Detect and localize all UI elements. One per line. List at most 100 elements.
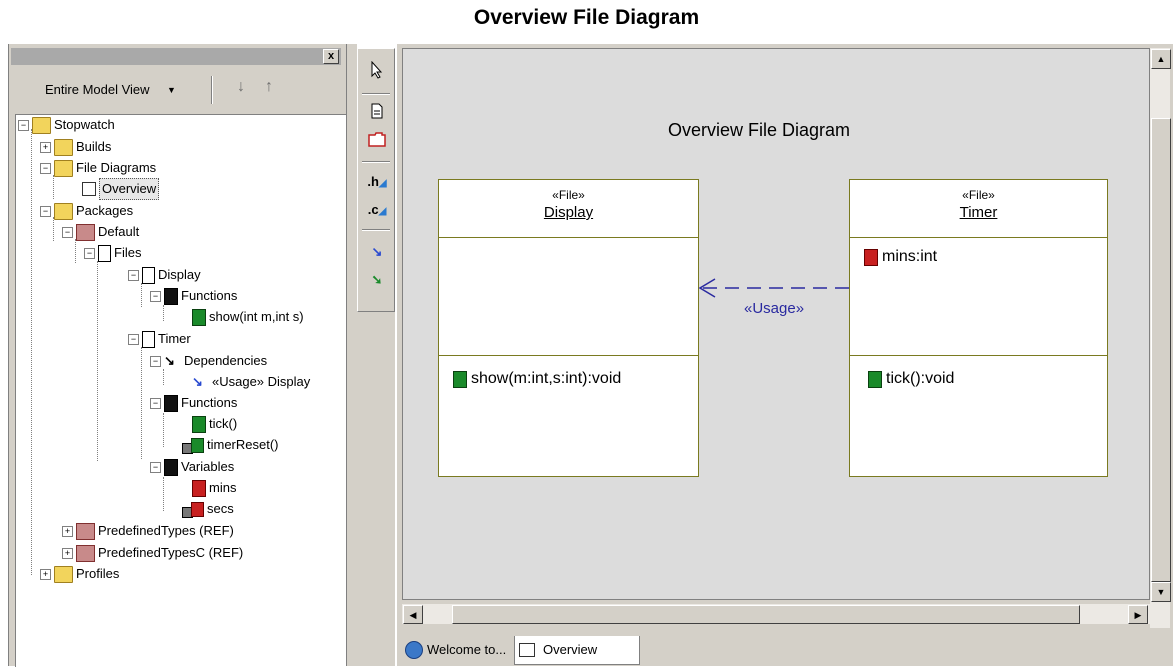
folder-icon	[54, 202, 73, 220]
tree-node-stopwatch[interactable]: − Stopwatch	[18, 115, 115, 135]
flow-tool-icon[interactable]: ➘	[366, 269, 388, 291]
tree-node-label: «Usage» Display	[212, 374, 311, 389]
operation-label: show(m:int,s:int):void	[471, 370, 622, 387]
tree-node-label: Variables	[181, 459, 235, 474]
attribute-row[interactable]: mins:int	[864, 248, 937, 266]
folder-icon	[54, 565, 73, 583]
tree-node-tick[interactable]: tick()	[192, 414, 237, 434]
scroll-up-button[interactable]: ▲	[1151, 49, 1171, 69]
tree-node-default[interactable]: − Default	[62, 222, 139, 242]
tab-overview[interactable]: Overview	[514, 636, 640, 665]
header-file-tool-icon[interactable]: .h◢	[366, 171, 388, 193]
tree-node-predefined-types[interactable]: + PredefinedTypes (REF)	[62, 521, 234, 541]
file-icon	[142, 330, 155, 348]
compartment-divider	[439, 237, 698, 238]
stereotype-label: «File»	[962, 188, 995, 202]
tree-line	[31, 129, 32, 575]
collapse-icon[interactable]: −	[150, 290, 161, 302]
tree-node-profiles[interactable]: + Profiles	[40, 564, 119, 584]
tree-node-timer-reset[interactable]: timerReset()	[182, 435, 279, 455]
collapse-icon[interactable]: −	[150, 461, 161, 473]
collapse-icon[interactable]: −	[150, 397, 161, 409]
collapse-icon[interactable]: −	[18, 119, 29, 131]
collapse-icon[interactable]: −	[62, 226, 73, 238]
tree-node-label: Timer	[158, 331, 191, 346]
tree-line	[75, 239, 76, 263]
operation-row[interactable]: show(m:int,s:int):void	[453, 370, 621, 388]
compartment-divider	[439, 355, 698, 356]
variable-icon	[864, 248, 878, 266]
tree-node-display[interactable]: − Display	[128, 265, 201, 285]
collapse-icon[interactable]: −	[150, 355, 161, 367]
collapse-icon[interactable]: −	[40, 205, 51, 217]
timer-file-box[interactable]: «File» Timer mins:int tick():void	[849, 179, 1108, 477]
operation-label: tick():void	[886, 370, 955, 387]
functions-icon	[164, 287, 178, 305]
tree-node-secs[interactable]: secs	[182, 499, 234, 519]
c-file-tool-label: .c	[367, 202, 379, 217]
tree-node-predefined-types-c[interactable]: + PredefinedTypesC (REF)	[62, 543, 243, 563]
navigate-up-button[interactable]: ↑	[259, 78, 279, 100]
folder-icon	[32, 116, 51, 134]
vertical-scroll-thumb[interactable]	[1151, 118, 1171, 582]
dependency-label: «Usage»	[744, 300, 805, 317]
tree-node-display-functions[interactable]: − Functions	[150, 286, 237, 306]
panel-splitter[interactable]	[346, 44, 357, 666]
tree-line	[97, 261, 98, 461]
tree-line	[53, 175, 54, 199]
tree-node-variables[interactable]: − Variables	[150, 457, 234, 477]
tree-node-timer[interactable]: − Timer	[128, 329, 191, 349]
tree-node-label: Files	[114, 245, 142, 260]
tree-node-label: Packages	[76, 203, 134, 218]
expand-icon[interactable]: +	[62, 525, 73, 537]
tree-node-packages[interactable]: − Packages	[40, 201, 133, 221]
tree-node-files[interactable]: − Files	[84, 243, 141, 263]
tree-node-dependencies[interactable]: − ↘ Dependencies	[150, 351, 267, 371]
tree-node-mins[interactable]: mins	[192, 478, 236, 498]
usage-dependency-arrow[interactable]	[697, 276, 851, 300]
tree-node-label: Builds	[76, 139, 112, 154]
tree-line	[163, 305, 164, 321]
tree-line	[141, 347, 142, 459]
tree-node-label: Profiles	[76, 566, 120, 581]
compartment-divider	[850, 355, 1107, 356]
scroll-down-button[interactable]: ▼	[1151, 582, 1171, 602]
expand-icon[interactable]: +	[40, 568, 51, 580]
scroll-right-button[interactable]: ▶	[1128, 605, 1148, 624]
collapse-icon[interactable]: −	[84, 247, 95, 259]
select-pointer-icon[interactable]	[366, 60, 388, 83]
tree-node-overview[interactable]: Overview	[82, 178, 160, 200]
tree-line	[163, 413, 164, 447]
dependency-tool-icon[interactable]: ↘	[366, 241, 388, 263]
tab-welcome[interactable]: Welcome to...	[401, 636, 513, 664]
tree-node-file-diagrams[interactable]: − File Diagrams	[40, 158, 156, 178]
operation-row[interactable]: tick():void	[868, 370, 954, 388]
toolbar-separator	[362, 229, 390, 231]
display-file-box[interactable]: «File» Display show(m:int,s:int):void	[438, 179, 699, 477]
close-icon[interactable]: x	[323, 49, 339, 64]
folder-icon	[54, 159, 73, 177]
c-file-tool-icon[interactable]: .c◢	[366, 199, 388, 221]
tree-node-builds[interactable]: + Builds	[40, 137, 111, 157]
tree-node-label: Display	[158, 267, 201, 282]
function-icon	[868, 370, 882, 388]
expand-icon[interactable]: +	[40, 141, 51, 153]
view-selector[interactable]: Entire Model View ▼	[15, 74, 211, 106]
folder-tool-icon[interactable]	[366, 131, 388, 153]
tree-node-show[interactable]: show(int m,int s)	[192, 307, 304, 327]
scroll-left-button[interactable]: ◀	[403, 605, 423, 624]
functions-icon	[164, 394, 178, 412]
dependency-icon: ↘	[164, 352, 175, 368]
collapse-icon[interactable]: −	[40, 162, 51, 174]
horizontal-scroll-thumb[interactable]	[452, 605, 1080, 624]
file-icon	[142, 266, 155, 284]
tree-node-usage-display[interactable]: ↘ «Usage» Display	[192, 372, 310, 392]
collapse-icon[interactable]: −	[128, 333, 139, 345]
collapse-icon[interactable]: −	[128, 269, 139, 281]
tree-node-timer-functions[interactable]: − Functions	[150, 393, 237, 413]
dependency-icon: ↘	[192, 373, 203, 389]
view-selector-label: Entire Model View	[45, 82, 150, 97]
file-tool-icon[interactable]	[366, 103, 388, 125]
expand-icon[interactable]: +	[62, 547, 73, 559]
navigate-down-button[interactable]: ↓	[231, 78, 251, 100]
